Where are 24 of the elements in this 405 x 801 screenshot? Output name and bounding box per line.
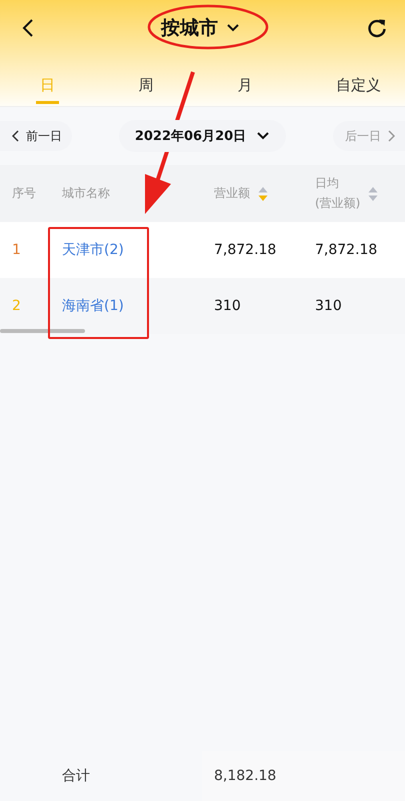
chevron-left-icon bbox=[12, 130, 20, 142]
chevron-down-icon bbox=[256, 131, 270, 141]
column-header: 营业额 bbox=[214, 184, 250, 202]
table-cell-text: 310 bbox=[213, 298, 242, 314]
back-icon[interactable] bbox=[22, 19, 34, 37]
column-header: 序号 bbox=[12, 184, 36, 202]
chevron-down-icon bbox=[226, 23, 240, 33]
date-picker[interactable]: 2022年06月20日 bbox=[118, 120, 286, 152]
chevron-right-icon bbox=[387, 130, 395, 142]
column-header: 城市名称 bbox=[62, 184, 110, 202]
table-cell-text: 7,872.18 bbox=[314, 242, 378, 258]
period-tab[interactable]: 周 bbox=[134, 56, 158, 104]
period-tab[interactable]: 月 bbox=[233, 56, 256, 104]
rank-cell-text: 1 bbox=[11, 242, 22, 258]
total-label: 合计 bbox=[61, 767, 91, 785]
table-cell-text: 7,872.18 bbox=[213, 242, 278, 258]
refresh-icon[interactable] bbox=[367, 18, 387, 38]
column-header: 日均 (营业额) bbox=[315, 175, 360, 212]
previous-day-button[interactable]: 前一日 bbox=[0, 121, 72, 151]
city-link[interactable]: 天津市(2) bbox=[50, 241, 202, 259]
table-cell-text: 310 bbox=[314, 298, 343, 314]
rank-cell-text: 2 bbox=[11, 298, 22, 314]
city-link[interactable]: 海南省(1) bbox=[50, 297, 202, 315]
period-tab[interactable]: 自定义 bbox=[332, 56, 385, 104]
